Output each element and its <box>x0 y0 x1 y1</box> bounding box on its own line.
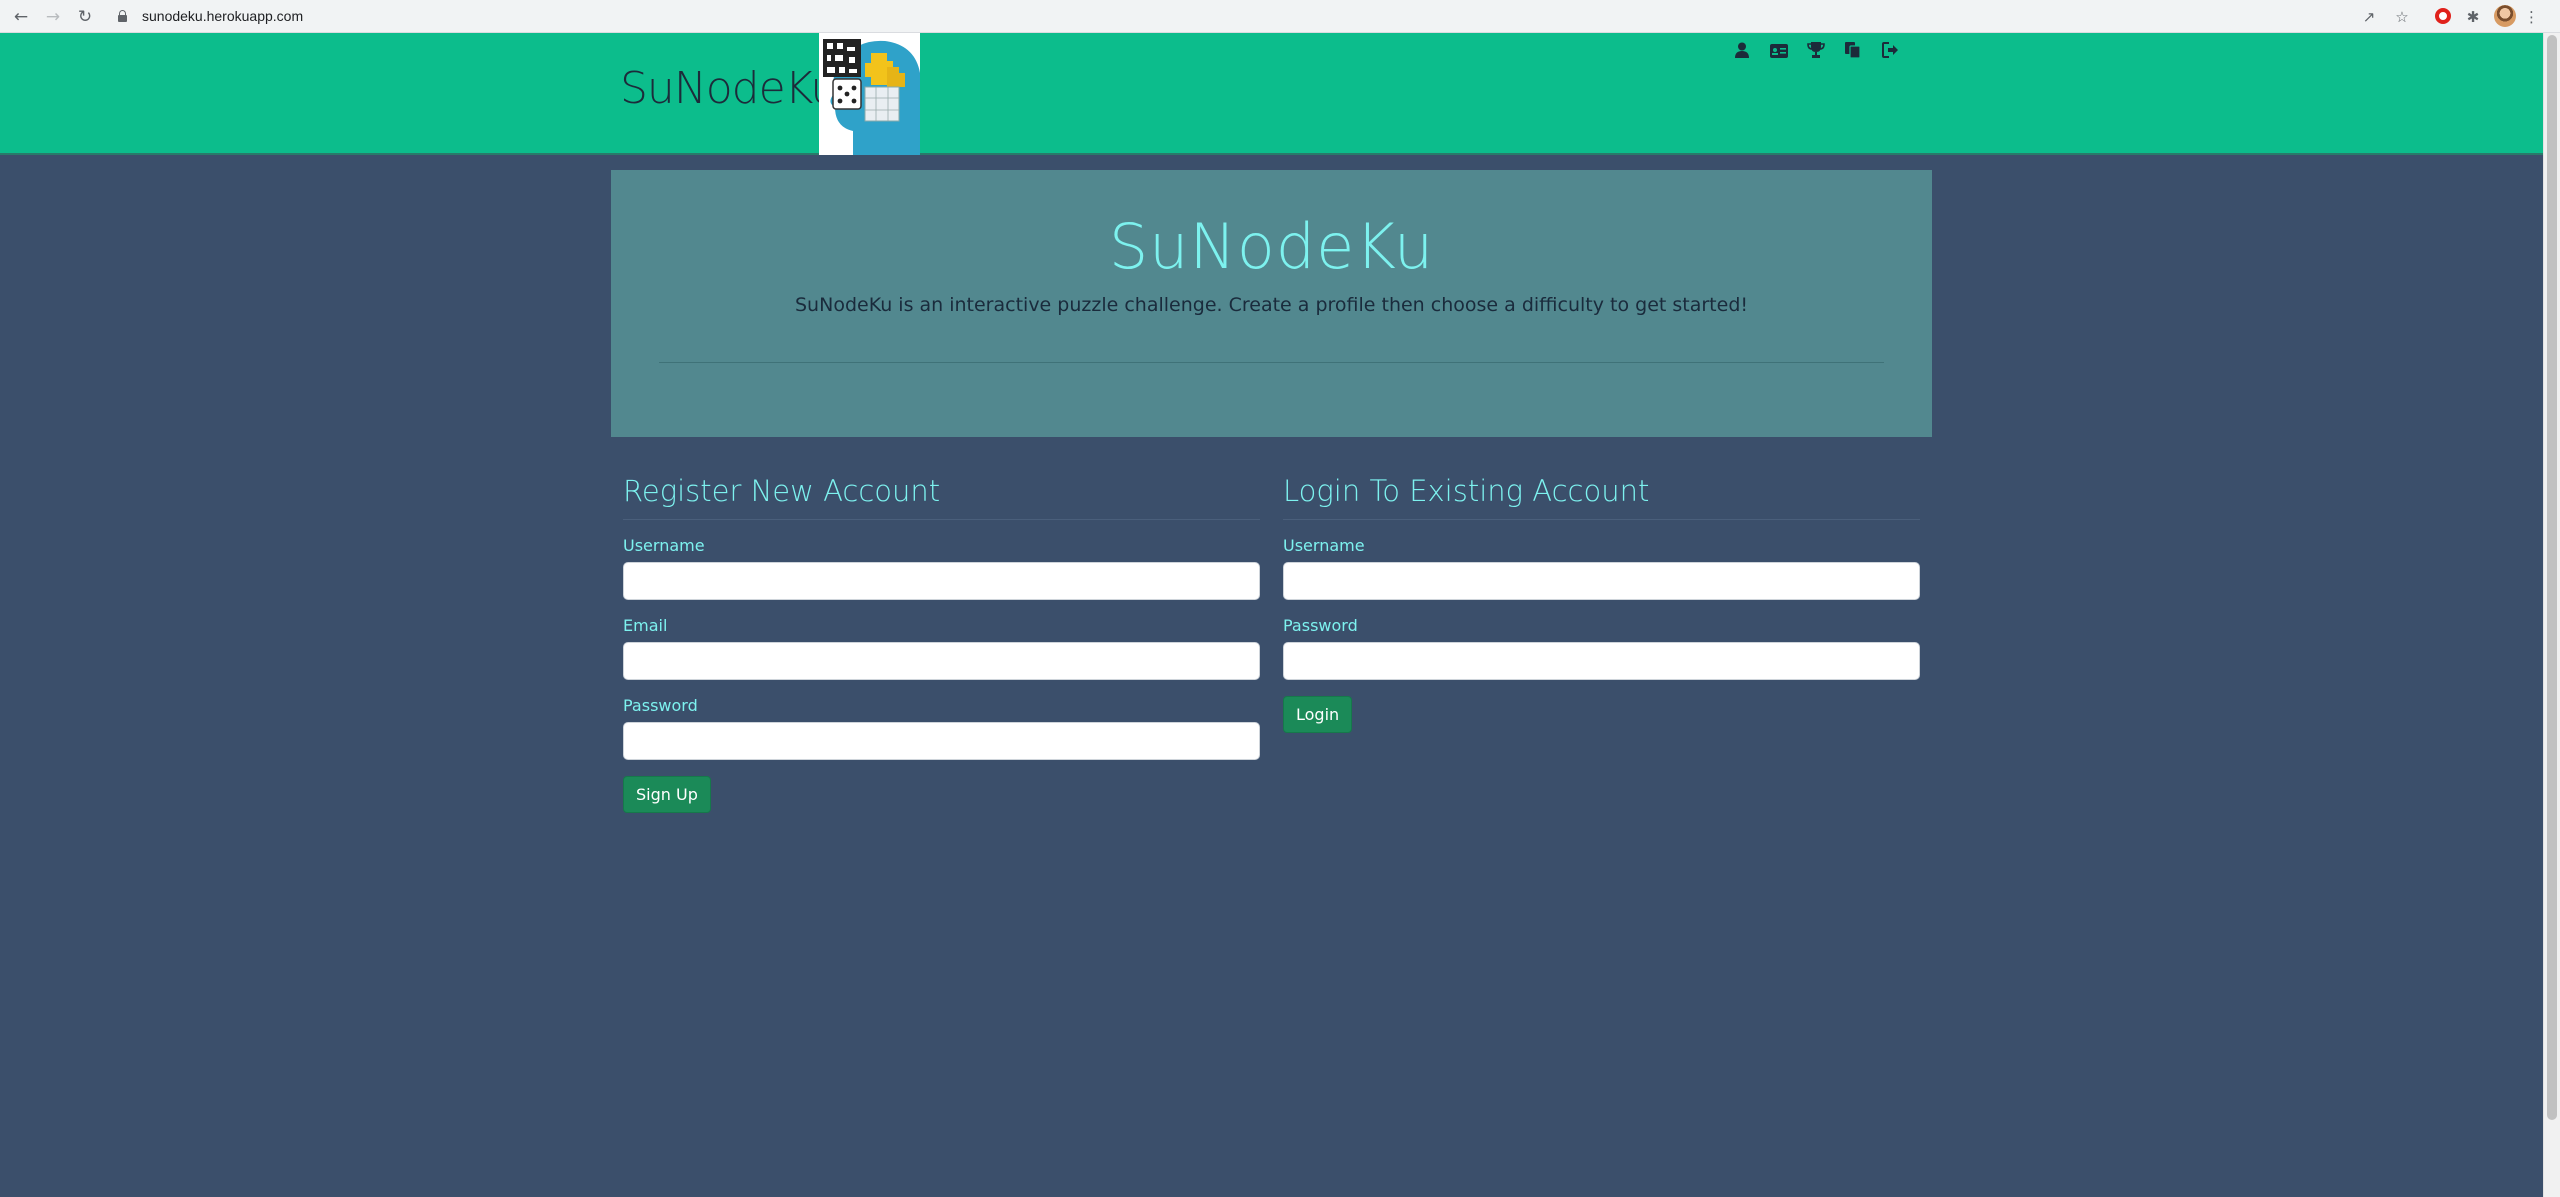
trophy-icon[interactable] <box>1800 41 1832 65</box>
navbar-icons <box>1726 41 1906 65</box>
site-navbar: SuNodeKu <box>0 33 2543 155</box>
register-username-label: Username <box>623 536 705 555</box>
hero-jumbotron: SuNodeKu SuNodeKu is an interactive puzz… <box>611 170 1932 437</box>
lock-icon <box>118 10 127 22</box>
copy-icon[interactable] <box>1837 41 1869 65</box>
scroll-thumb[interactable] <box>2547 35 2557 1120</box>
menu-dots-icon[interactable]: ⋮ <box>2524 6 2539 28</box>
browser-toolbar: ← → ↻ sunodeku.herokuapp.com ↗ ☆ ✱ ⋮ <box>0 0 2560 33</box>
login-title: Login To Existing Account <box>1283 470 1920 520</box>
hero-divider <box>659 362 1884 363</box>
login-form: Login To Existing Account Username Passw… <box>1283 470 1920 733</box>
register-password-label: Password <box>623 696 698 715</box>
navbar-brand[interactable]: SuNodeKu <box>620 63 838 114</box>
login-password-input[interactable] <box>1283 642 1920 680</box>
hero-title: SuNodeKu <box>1108 210 1435 283</box>
page-scrollbar[interactable] <box>2543 33 2560 1197</box>
reload-icon[interactable]: ↻ <box>74 6 96 28</box>
hero-description: SuNodeKu is an interactive puzzle challe… <box>795 294 1748 316</box>
forward-arrow-icon[interactable]: → <box>42 6 64 28</box>
back-arrow-icon[interactable]: ← <box>10 6 32 28</box>
login-button[interactable]: Login <box>1283 696 1353 733</box>
head-puzzle-logo <box>819 33 920 155</box>
address-bar[interactable]: sunodeku.herokuapp.com <box>112 4 2352 29</box>
login-username-input[interactable] <box>1283 562 1920 600</box>
sign-out-icon[interactable] <box>1874 41 1906 65</box>
id-card-icon[interactable] <box>1763 41 1795 65</box>
user-icon[interactable] <box>1726 41 1758 65</box>
register-password-input[interactable] <box>623 722 1260 760</box>
star-icon[interactable]: ☆ <box>2391 6 2413 28</box>
register-username-input[interactable] <box>623 562 1260 600</box>
register-email-label: Email <box>623 616 668 635</box>
sign-up-button[interactable]: Sign Up <box>623 776 711 813</box>
login-password-label: Password <box>1283 616 1358 635</box>
login-username-label: Username <box>1283 536 1365 555</box>
register-email-input[interactable] <box>623 642 1260 680</box>
register-form: Register New Account Username Email Pass… <box>623 470 1260 813</box>
url-text: sunodeku.herokuapp.com <box>142 8 304 24</box>
opera-extension-icon[interactable] <box>2435 8 2451 24</box>
register-title: Register New Account <box>623 470 1260 520</box>
share-icon[interactable]: ↗ <box>2358 6 2380 28</box>
profile-avatar[interactable] <box>2494 5 2516 27</box>
puzzle-extensions-icon[interactable]: ✱ <box>2462 6 2484 28</box>
